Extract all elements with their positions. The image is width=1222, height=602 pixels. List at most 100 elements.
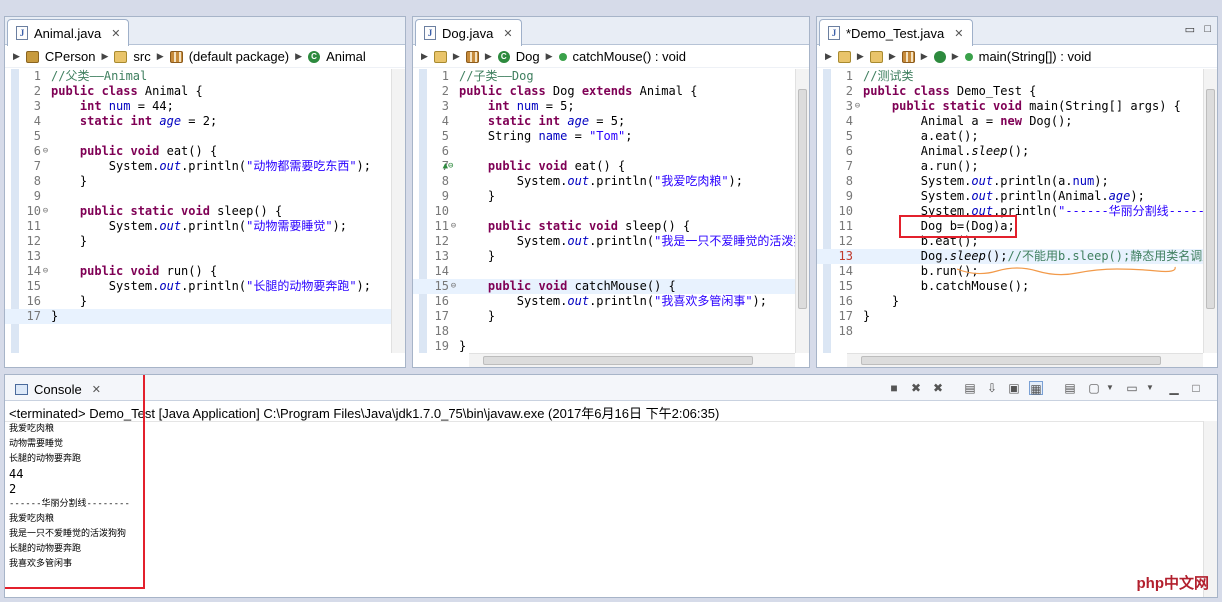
code-line[interactable]: 10 (413, 204, 795, 219)
terminate-icon[interactable]: ■ (887, 381, 901, 395)
code-line[interactable]: 1 //子类——Dog (413, 69, 795, 84)
console-output[interactable]: 我爱吃肉粮 动物需要睡觉 长腿的动物要奔跑 44 2 ------华丽分割线-------… (5, 421, 1203, 597)
fold-toggle-icon[interactable]: ⊖ (41, 264, 50, 279)
code-line[interactable]: 15 ⊖ public void catchMouse() { (413, 279, 795, 294)
code-line[interactable]: 8 System.out.println(a.num); (817, 174, 1203, 189)
minimize-icon[interactable]: ▭ (1185, 23, 1195, 36)
breadcrumb-class[interactable]: Animal (326, 49, 366, 64)
code-line[interactable]: 16 } (5, 294, 391, 309)
code-line[interactable]: 3 int num = 44; (5, 99, 391, 114)
code-area[interactable]: 1//父类——Animal 2 public class Animal {3 int… (5, 69, 391, 353)
code-line[interactable]: 14 (413, 264, 795, 279)
code-line[interactable]: 4 Animal a = new Dog(); (817, 114, 1203, 129)
code-line[interactable]: 16 } (817, 294, 1203, 309)
clear-console-icon[interactable]: ▤ (963, 381, 977, 395)
code-line[interactable]: 10 ⊖ public static void sleep() { (5, 204, 391, 219)
close-icon[interactable]: ✕ (954, 27, 963, 40)
code-line[interactable]: 8 } (5, 174, 391, 189)
code-line[interactable]: 18 (817, 324, 1203, 339)
code-line[interactable]: 1 //测试类 (817, 69, 1203, 84)
code-line[interactable]: 11 ⊖ public static void sleep() { (413, 219, 795, 234)
code-line[interactable]: 18 (413, 324, 795, 339)
code-line[interactable]: 4 static int age = 2; (5, 114, 391, 129)
code-line[interactable]: 17 } (413, 309, 795, 324)
scroll-lock-icon[interactable]: ⇩ (985, 381, 999, 395)
chevron-down-icon[interactable]: ▼ (1143, 381, 1157, 395)
code-line[interactable]: 5 (5, 129, 391, 144)
breadcrumb-method[interactable]: main(String[]) : void (979, 49, 1092, 64)
close-icon[interactable]: ✕ (503, 27, 512, 40)
code-line[interactable]: 17} (5, 309, 391, 324)
scrollbar-thumb[interactable] (483, 356, 753, 365)
code-line[interactable]: 7 System.out.println("动物都需要吃东西"); (5, 159, 391, 174)
show-on-output-icon[interactable]: ▣ (1007, 381, 1021, 395)
pin-console-icon[interactable]: ▦ (1029, 381, 1043, 396)
code-area[interactable]: 1//测试类 2 public class Demo_Test {3 ⊖ public… (817, 69, 1203, 353)
maximize-icon[interactable]: □ (1204, 23, 1211, 35)
code-line[interactable]: 9 } (413, 189, 795, 204)
vertical-scrollbar[interactable] (1203, 421, 1217, 597)
code-line[interactable]: 6 (413, 144, 795, 159)
breadcrumb-src[interactable]: src (133, 49, 150, 64)
runnable-class-icon[interactable] (933, 50, 946, 63)
vertical-scrollbar[interactable] (1203, 69, 1217, 353)
code-line[interactable]: 17} (817, 309, 1203, 324)
folder-icon[interactable] (869, 50, 883, 63)
code-line[interactable]: 16 System.out.println("我喜欢多管闲事"); (413, 294, 795, 309)
horizontal-scrollbar[interactable] (469, 353, 795, 367)
fold-toggle-icon[interactable]: ⊖ (449, 279, 458, 294)
breadcrumb-class[interactable]: Dog (516, 49, 540, 64)
vertical-scrollbar[interactable] (391, 69, 405, 353)
code-line[interactable]: 12 } (5, 234, 391, 249)
code-line[interactable]: 5 String name = "Tom"; (413, 129, 795, 144)
source-folder-icon[interactable] (433, 50, 447, 63)
code-line[interactable]: 7 a.run(); (817, 159, 1203, 174)
code-line[interactable]: 9 System.out.println(Animal.age); (817, 189, 1203, 204)
horizontal-scrollbar[interactable] (847, 353, 1203, 367)
scrollbar-thumb[interactable] (798, 89, 807, 309)
vertical-scrollbar[interactable] (795, 69, 809, 353)
code-line[interactable]: 3 int num = 5; (413, 99, 795, 114)
code-line[interactable]: 12 System.out.println("我是一只不爱睡觉的活泼狗狗") (413, 234, 795, 249)
code-line[interactable]: 2 public class Animal { (5, 84, 391, 99)
package-icon[interactable] (465, 50, 479, 63)
code-line[interactable]: 19} (413, 339, 795, 353)
fold-toggle-icon[interactable]: ⊖ (41, 204, 50, 219)
scrollbar-thumb[interactable] (1206, 89, 1215, 309)
fold-toggle-icon[interactable]: ⊖ (41, 144, 50, 159)
code-line[interactable]: 8 System.out.println("我爱吃肉粮"); (413, 174, 795, 189)
code-line[interactable]: 14 ⊖ public void run() { (5, 264, 391, 279)
code-line[interactable]: 7 ▲⊖ public void eat() { (413, 159, 795, 174)
remove-launch-icon[interactable]: ✖ (909, 381, 923, 395)
scrollbar-thumb[interactable] (861, 356, 1161, 365)
tab-dog-java[interactable]: J Dog.java ✕ (415, 19, 522, 46)
breadcrumb-package[interactable]: (default package) (189, 49, 289, 64)
code-line[interactable]: 15 b.catchMouse(); (817, 279, 1203, 294)
code-line[interactable]: 5 a.eat(); (817, 129, 1203, 144)
maximize-icon[interactable]: □ (1189, 381, 1203, 395)
code-line[interactable]: 13 (5, 249, 391, 264)
code-line[interactable]: 13 } (413, 249, 795, 264)
code-line[interactable]: 15 System.out.println("长腿的动物要奔跑"); (5, 279, 391, 294)
minimize-icon[interactable]: ▁ (1167, 381, 1181, 395)
breadcrumb-project[interactable]: CPerson (45, 49, 96, 64)
package-icon[interactable] (901, 50, 915, 63)
fold-toggle-icon[interactable]: ⊖ (449, 219, 458, 234)
tab-animal-java[interactable]: J Animal.java ✕ (7, 19, 130, 46)
fold-toggle-icon[interactable]: ⊖ (853, 99, 862, 114)
code-area[interactable]: 1 //子类——Dog 2 public class Dog extends Anim… (413, 69, 795, 353)
code-line[interactable]: 4 static int age = 5; (413, 114, 795, 129)
breadcrumb-method[interactable]: catchMouse() : void (573, 49, 686, 64)
chevron-down-icon[interactable]: ▼ (1103, 381, 1117, 395)
code-line[interactable]: 6 ⊖ public void eat() { (5, 144, 391, 159)
code-line[interactable]: 2 public class Demo_Test { (817, 84, 1203, 99)
close-icon[interactable]: ✕ (111, 27, 120, 40)
code-line[interactable]: 11 System.out.println("动物需要睡觉"); (5, 219, 391, 234)
code-line[interactable]: 13 Dog.sleep();//不能用b.sleep();静态用类名调用 (817, 249, 1203, 264)
source-folder-icon[interactable] (837, 50, 851, 63)
new-console-icon[interactable]: ▭ (1125, 381, 1139, 395)
display-selected-console-icon[interactable]: ▤ (1063, 381, 1077, 395)
remove-all-terminated-icon[interactable]: ✖ (931, 381, 945, 395)
code-line[interactable]: 2 public class Dog extends Animal { (413, 84, 795, 99)
open-console-icon[interactable]: ▢ (1087, 381, 1101, 395)
